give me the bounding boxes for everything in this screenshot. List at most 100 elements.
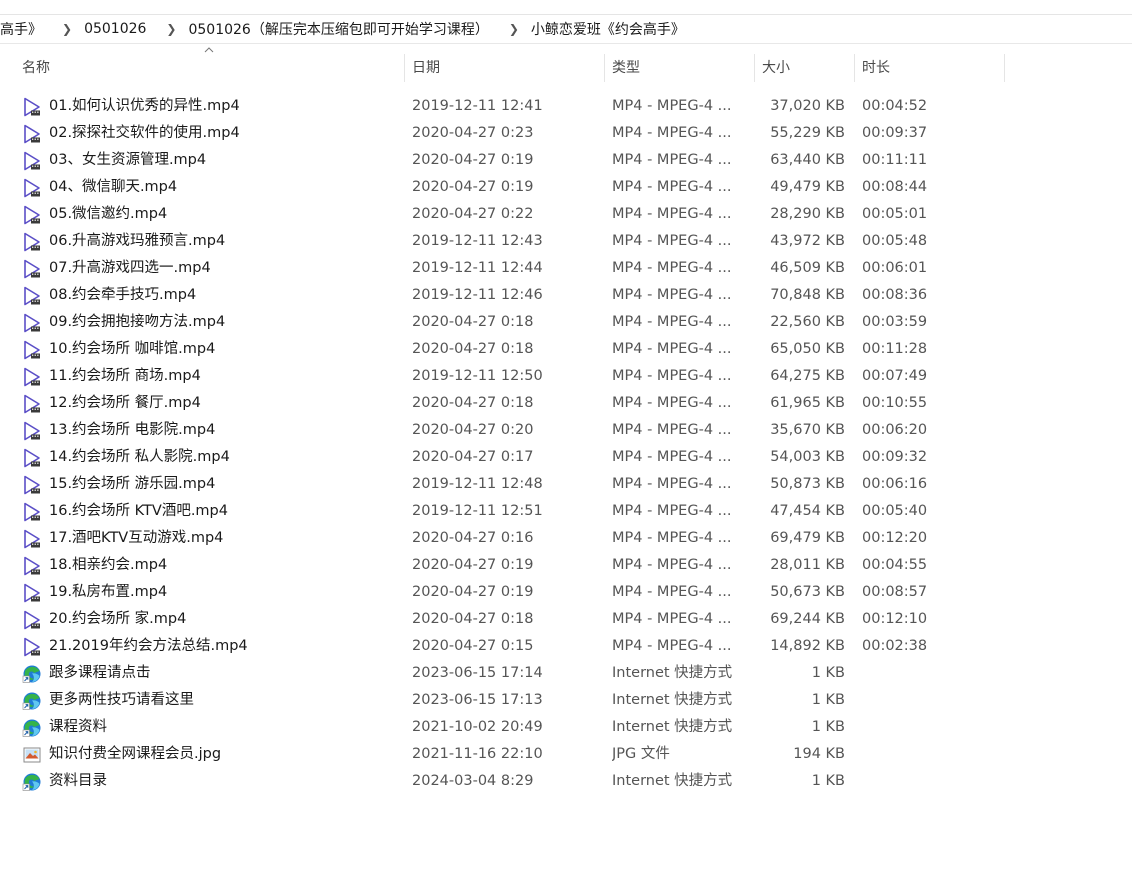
file-size: 47,454 KB [770, 503, 845, 519]
file-name: 21.2019年约会方法总结.mp4 [49, 638, 248, 654]
video-file-icon [22, 637, 42, 657]
video-file-icon [22, 475, 42, 495]
file-duration: 00:09:37 [862, 125, 928, 141]
column-header-date[interactable]: 日期 [404, 52, 604, 84]
video-file-icon [22, 232, 42, 252]
table-row[interactable]: 12.约会场所 餐厅.mp4 2020-04-27 0:18 MP4 - MPEG-… [0, 390, 1132, 417]
table-row[interactable]: 15.约会场所 游乐园.mp4 2019-12-11 12:48 MP4 - MPE… [0, 471, 1132, 498]
file-name-cell[interactable]: 16.约会场所 KTV酒吧.mp4 [22, 498, 402, 525]
file-name-cell[interactable]: 19.私房布置.mp4 [22, 579, 402, 606]
chevron-right-icon[interactable]: ❯ [48, 22, 78, 36]
table-row[interactable]: 08.约会牵手技巧.mp4 2019-12-11 12:46 MP4 - MPEG-… [0, 282, 1132, 309]
file-duration: 00:05:40 [862, 503, 928, 519]
file-name: 19.私房布置.mp4 [49, 584, 168, 600]
table-row[interactable]: 06.升高游戏玛雅预言.mp4 2019-12-11 12:43 MP4 - MPE… [0, 228, 1132, 255]
table-row[interactable]: 跟多课程请点击 2023-06-15 17:14 Internet 快捷方式 1 KB [0, 660, 1132, 687]
file-type: Internet 快捷方式 [612, 692, 733, 708]
file-name-cell[interactable]: 01.如何认识优秀的异性.mp4 [22, 93, 402, 120]
file-type: Internet 快捷方式 [612, 773, 733, 789]
file-name-cell[interactable]: 07.升高游戏四选一.mp4 [22, 255, 402, 282]
file-name-cell[interactable]: 课程资料 [22, 714, 402, 741]
breadcrumb-item[interactable]: 高手》 [0, 19, 48, 39]
file-name-cell[interactable]: 13.约会场所 电影院.mp4 [22, 417, 402, 444]
file-date: 2019-12-11 12:43 [412, 233, 543, 249]
table-row[interactable]: 05.微信邀约.mp4 2020-04-27 0:22 MP4 - MPEG-4 .… [0, 201, 1132, 228]
column-header-duration[interactable]: 时长 [854, 52, 1004, 84]
file-name-cell[interactable]: 更多两性技巧请看这里 [22, 687, 402, 714]
file-date: 2021-11-16 22:10 [412, 746, 543, 762]
file-name-cell[interactable]: 02.探探社交软件的使用.mp4 [22, 120, 402, 147]
video-file-icon [22, 448, 42, 468]
file-name-cell[interactable]: 17.酒吧KTV互动游戏.mp4 [22, 525, 402, 552]
file-name-cell[interactable]: 18.相亲约会.mp4 [22, 552, 402, 579]
file-name-cell[interactable]: 10.约会场所 咖啡馆.mp4 [22, 336, 402, 363]
column-header-name[interactable]: 名称 [14, 52, 404, 84]
file-name: 05.微信邀约.mp4 [49, 206, 168, 222]
file-duration: 00:08:57 [862, 584, 928, 600]
table-row[interactable]: 14.约会场所 私人影院.mp4 2020-04-27 0:17 MP4 - MPE… [0, 444, 1132, 471]
column-header-size[interactable]: 大小 [754, 52, 854, 84]
table-row[interactable]: 18.相亲约会.mp4 2020-04-27 0:19 MP4 - MPEG-4 .… [0, 552, 1132, 579]
file-size: 54,003 KB [770, 449, 845, 465]
file-name-cell[interactable]: 知识付费全网课程会员.jpg [22, 741, 402, 768]
table-row[interactable]: 知识付费全网课程会员.jpg 2021-11-16 22:10 JPG 文件 194 … [0, 741, 1132, 768]
file-name-cell[interactable]: 21.2019年约会方法总结.mp4 [22, 633, 402, 660]
file-size: 28,290 KB [770, 206, 845, 222]
table-row[interactable]: 10.约会场所 咖啡馆.mp4 2020-04-27 0:18 MP4 - MPEG… [0, 336, 1132, 363]
file-name-cell[interactable]: 12.约会场所 餐厅.mp4 [22, 390, 402, 417]
file-name-cell[interactable]: 08.约会牵手技巧.mp4 [22, 282, 402, 309]
file-date: 2019-12-11 12:44 [412, 260, 543, 276]
table-row[interactable]: 09.约会拥抱接吻方法.mp4 2020-04-27 0:18 MP4 - MPEG… [0, 309, 1132, 336]
file-name-cell[interactable]: 06.升高游戏玛雅预言.mp4 [22, 228, 402, 255]
file-name-cell[interactable]: 资料目录 [22, 768, 402, 795]
file-duration: 00:08:36 [862, 287, 928, 303]
file-date: 2020-04-27 0:15 [412, 638, 534, 654]
chevron-right-icon[interactable]: ❯ [495, 22, 525, 36]
table-row[interactable]: 资料目录 2024-03-04 8:29 Internet 快捷方式 1 KB [0, 768, 1132, 795]
table-row[interactable]: 01.如何认识优秀的异性.mp4 2019-12-11 12:41 MP4 - MP… [0, 93, 1132, 120]
file-name-cell[interactable]: 04、微信聊天.mp4 [22, 174, 402, 201]
breadcrumb[interactable]: 高手》 ❯ 0501026 ❯ 0501026（解压完本压缩包即可开始学习课程）… [0, 15, 1132, 44]
file-name-cell[interactable]: 03、女生资源管理.mp4 [22, 147, 402, 174]
table-row[interactable]: 04、微信聊天.mp4 2020-04-27 0:19 MP4 - MPEG-4 .… [0, 174, 1132, 201]
chevron-right-icon[interactable]: ❯ [152, 22, 182, 36]
column-divider[interactable] [1004, 54, 1005, 82]
file-name: 资料目录 [49, 773, 107, 789]
file-type: MP4 - MPEG-4 ... [612, 638, 732, 654]
file-size: 49,479 KB [770, 179, 845, 195]
file-size: 35,670 KB [770, 422, 845, 438]
table-row[interactable]: 20.约会场所 家.mp4 2020-04-27 0:18 MP4 - MPEG-4… [0, 606, 1132, 633]
file-size: 50,873 KB [770, 476, 845, 492]
file-type: MP4 - MPEG-4 ... [612, 557, 732, 573]
table-row[interactable]: 课程资料 2021-10-02 20:49 Internet 快捷方式 1 KB [0, 714, 1132, 741]
table-row[interactable]: 02.探探社交软件的使用.mp4 2020-04-27 0:23 MP4 - MPE… [0, 120, 1132, 147]
file-name-cell[interactable]: 15.约会场所 游乐园.mp4 [22, 471, 402, 498]
video-file-icon [22, 529, 42, 549]
table-row[interactable]: 19.私房布置.mp4 2020-04-27 0:19 MP4 - MPEG-4 .… [0, 579, 1132, 606]
table-row[interactable]: 21.2019年约会方法总结.mp4 2020-04-27 0:15 MP4 - M… [0, 633, 1132, 660]
file-name-cell[interactable]: 20.约会场所 家.mp4 [22, 606, 402, 633]
file-size: 65,050 KB [770, 341, 845, 357]
file-name-cell[interactable]: 跟多课程请点击 [22, 660, 402, 687]
column-header-type[interactable]: 类型 [604, 52, 754, 84]
breadcrumb-item[interactable]: 0501026（解压完本压缩包即可开始学习课程） [182, 19, 494, 39]
file-name-cell[interactable]: 11.约会场所 商场.mp4 [22, 363, 402, 390]
table-row[interactable]: 13.约会场所 电影院.mp4 2020-04-27 0:20 MP4 - MPEG… [0, 417, 1132, 444]
file-duration: 00:06:16 [862, 476, 928, 492]
breadcrumb-item[interactable]: 小鲸恋爱班《约会高手》 [525, 19, 691, 39]
table-row[interactable]: 16.约会场所 KTV酒吧.mp4 2019-12-11 12:51 MP4 - M… [0, 498, 1132, 525]
file-name-cell[interactable]: 09.约会拥抱接吻方法.mp4 [22, 309, 402, 336]
breadcrumb-item[interactable]: 0501026 [78, 21, 152, 37]
file-duration: 00:12:20 [862, 530, 928, 546]
table-row[interactable]: 更多两性技巧请看这里 2023-06-15 17:13 Internet 快捷方式 1… [0, 687, 1132, 714]
file-type: MP4 - MPEG-4 ... [612, 233, 732, 249]
table-row[interactable]: 07.升高游戏四选一.mp4 2019-12-11 12:44 MP4 - MPEG… [0, 255, 1132, 282]
file-name-cell[interactable]: 14.约会场所 私人影院.mp4 [22, 444, 402, 471]
table-row[interactable]: 03、女生资源管理.mp4 2020-04-27 0:19 MP4 - MPEG-4… [0, 147, 1132, 174]
file-name-cell[interactable]: 05.微信邀约.mp4 [22, 201, 402, 228]
table-row[interactable]: 17.酒吧KTV互动游戏.mp4 2020-04-27 0:16 MP4 - MPE… [0, 525, 1132, 552]
table-row[interactable]: 11.约会场所 商场.mp4 2019-12-11 12:50 MP4 - MPEG… [0, 363, 1132, 390]
file-size: 64,275 KB [770, 368, 845, 384]
file-name: 跟多课程请点击 [49, 665, 151, 681]
file-name: 07.升高游戏四选一.mp4 [49, 260, 211, 276]
